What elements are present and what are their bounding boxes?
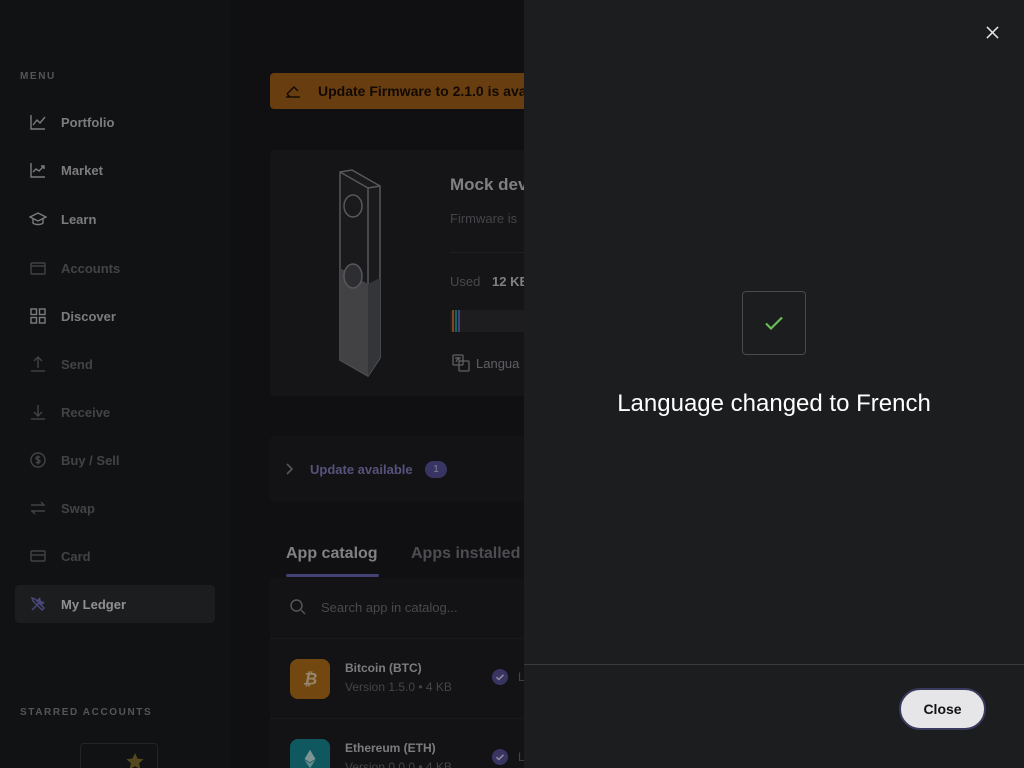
- footer-divider: [524, 664, 1024, 665]
- close-icon: [985, 25, 999, 39]
- modal-backdrop[interactable]: [0, 0, 524, 768]
- app-root: MENU Portfolio Market Learn Accounts Dis…: [0, 0, 1024, 768]
- checkmark-icon: [765, 316, 783, 331]
- close-button[interactable]: Close: [899, 688, 986, 730]
- success-indicator: [742, 291, 806, 355]
- side-drawer: Language changed to French Close: [524, 0, 1024, 768]
- success-message: Language changed to French: [617, 390, 931, 417]
- close-drawer-button[interactable]: [982, 22, 1002, 42]
